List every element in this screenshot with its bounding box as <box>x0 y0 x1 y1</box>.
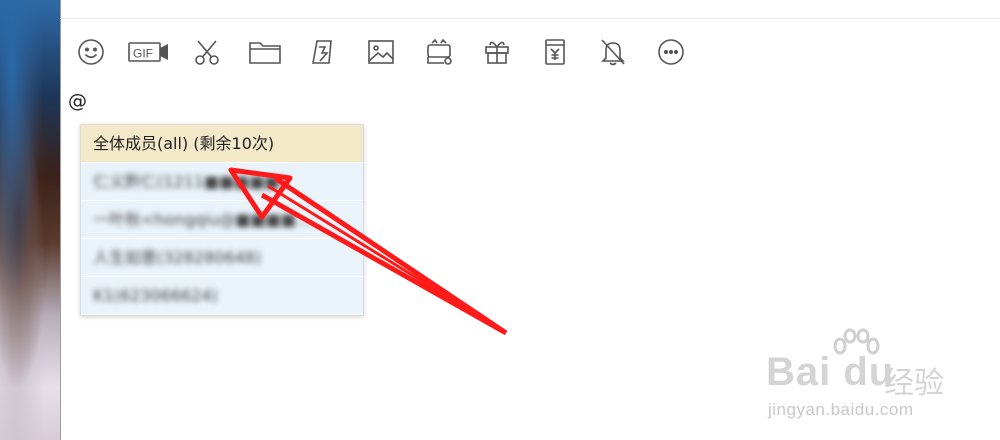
watermark-brand: Bai du <box>766 350 895 394</box>
red-packet-icon[interactable] <box>410 30 468 74</box>
notification-off-icon[interactable] <box>584 30 642 74</box>
mention-item-all[interactable]: 全体成员(all) (剩余10次) <box>81 125 363 163</box>
chat-toolbar: GIF <box>62 30 700 74</box>
shake-icon[interactable] <box>294 30 352 74</box>
more-icon[interactable] <box>642 30 700 74</box>
mention-item[interactable]: K1(623066624) <box>81 277 363 315</box>
chat-avatar-photo <box>0 0 61 440</box>
mention-item[interactable]: 人生如意(328280648) <box>81 239 363 277</box>
mention-item[interactable]: 仁义黔仁(1211■■■■■) <box>81 163 363 201</box>
folder-icon[interactable] <box>236 30 294 74</box>
watermark-cn: 经验 <box>884 366 944 401</box>
input-area-divider <box>60 18 1000 19</box>
gift-icon[interactable] <box>468 30 526 74</box>
mention-popup: 全体成员(all) (剩余10次) 仁义黔仁(1211■■■■■) 一叶秋<ho… <box>80 124 364 316</box>
watermark-url: jingyan.baidu.com <box>768 400 914 419</box>
gif-icon[interactable]: GIF <box>120 30 178 74</box>
baidu-watermark: Bai du 经验 jingyan.baidu.com <box>766 328 986 424</box>
transfer-icon[interactable] <box>526 30 584 74</box>
mention-item[interactable]: 一叶秋<hongqiu@■■■■... <box>81 201 363 239</box>
message-input[interactable]: @ <box>68 90 87 112</box>
svg-text:GIF: GIF <box>133 47 153 61</box>
image-icon[interactable] <box>352 30 410 74</box>
scissors-icon[interactable] <box>178 30 236 74</box>
emoji-icon[interactable] <box>62 30 120 74</box>
